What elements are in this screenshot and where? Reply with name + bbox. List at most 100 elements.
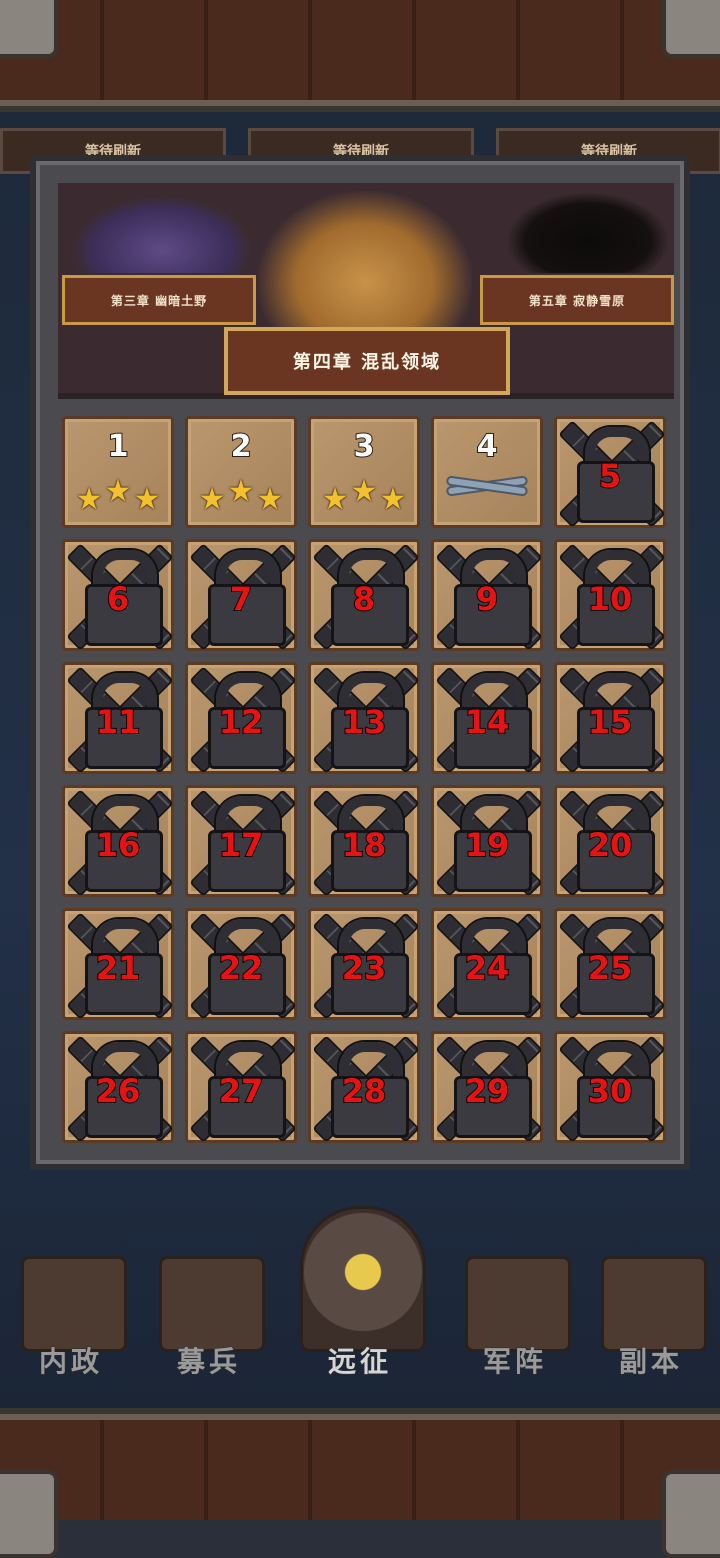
sword-emblem-icon [300, 1206, 426, 1352]
bottom-wood-frame [0, 1420, 720, 1520]
star-icon: ★ [133, 482, 161, 517]
level-tile-15: 15 [554, 662, 666, 774]
level-tile-27: 27 [185, 1031, 297, 1143]
level-number: 28 [341, 1071, 388, 1111]
level-number: 11 [95, 702, 142, 742]
star-icon: ★ [256, 482, 284, 517]
flame-tower-icon [601, 1256, 707, 1352]
level-tile-23: 23 [308, 908, 420, 1020]
nav-item-junzhen[interactable]: 军阵 [450, 1246, 580, 1386]
level-number: 20 [587, 825, 634, 865]
level-number: 1 [107, 428, 130, 465]
level-number: 14 [464, 702, 511, 742]
star-icon: ★ [379, 482, 407, 517]
helmets-icon [159, 1256, 265, 1352]
nav-item-fuben[interactable]: 副本 [586, 1246, 716, 1386]
level-tile-29: 29 [431, 1031, 543, 1143]
level-number: 15 [587, 702, 634, 742]
chapter-header: 第三章 幽暗土野 第五章 寂静雪原 第四章 混乱领域 [58, 183, 674, 399]
top-wood-frame [0, 0, 720, 100]
level-number: 17 [218, 825, 265, 865]
level-number: 24 [464, 948, 511, 988]
level-tile-28: 28 [308, 1031, 420, 1143]
star-rating: ★ ★ ★ [192, 477, 290, 517]
corner-ornament [662, 0, 720, 58]
level-number: 9 [475, 579, 499, 619]
level-tile-24: 24 [431, 908, 543, 1020]
star-icon: ★ [350, 474, 378, 509]
level-tile-14: 14 [431, 662, 543, 774]
level-number: 7 [229, 579, 253, 619]
level-tile-26: 26 [62, 1031, 174, 1143]
star-rating: ★ ★ ★ [315, 477, 413, 517]
level-number: 27 [218, 1071, 265, 1111]
level-tile-19: 19 [431, 785, 543, 897]
level-number: 26 [95, 1071, 142, 1111]
level-tile-8: 8 [308, 539, 420, 651]
next-chapter-button[interactable]: 第五章 寂静雪原 [480, 275, 674, 325]
level-number: 23 [341, 948, 388, 988]
current-chapter-title: 第四章 混乱领域 [224, 327, 510, 395]
level-grid: 1 ★ ★ ★ 2 ★ ★ ★ 3 ★ ★ ★ 4 5 6 7 8 9 10 11 12 13 14 15 16 17 18 19 20… [62, 416, 672, 1143]
chess-knight-icon [465, 1256, 571, 1352]
level-tile-7: 7 [185, 539, 297, 651]
level-tile-22: 22 [185, 908, 297, 1020]
chapter-panel: 第三章 幽暗土野 第五章 寂静雪原 第四章 混乱领域 1 ★ ★ ★ 2 ★ ★ ★ 3 ★ ★ ★ 4… [30, 155, 690, 1170]
level-number: 18 [341, 825, 388, 865]
level-tile-3[interactable]: 3 ★ ★ ★ [308, 416, 420, 528]
level-tile-11: 11 [62, 662, 174, 774]
level-number: 29 [464, 1071, 511, 1111]
nav-label: 内政 [38, 1345, 103, 1379]
level-tile-20: 20 [554, 785, 666, 897]
level-tile-17: 17 [185, 785, 297, 897]
level-tile-9: 9 [431, 539, 543, 651]
prev-chapter-button[interactable]: 第三章 幽暗土野 [62, 275, 256, 325]
level-number: 16 [95, 825, 142, 865]
nav-label: 募兵 [176, 1345, 241, 1379]
nav-item-neizheng[interactable]: 内政 [6, 1246, 136, 1386]
prev-chapter-scene[interactable] [74, 197, 250, 273]
nav-label: 远征 [327, 1345, 392, 1379]
level-tile-16: 16 [62, 785, 174, 897]
next-chapter-scene[interactable] [508, 193, 668, 273]
level-number: 19 [464, 825, 511, 865]
bottom-nav: 内政 募兵 远征 军阵 副本 [0, 1206, 720, 1400]
star-rating: ★ ★ ★ [69, 477, 167, 517]
level-number: 21 [95, 948, 142, 988]
level-tile-13: 13 [308, 662, 420, 774]
level-tile-4[interactable]: 4 [431, 416, 543, 528]
level-tile-6: 6 [62, 539, 174, 651]
level-number: 30 [587, 1071, 634, 1111]
level-number: 22 [218, 948, 265, 988]
level-number: 10 [587, 579, 634, 619]
level-number: 12 [218, 702, 265, 742]
level-tile-2[interactable]: 2 ★ ★ ★ [185, 416, 297, 528]
level-number: 2 [230, 428, 253, 465]
level-number: 8 [352, 579, 376, 619]
level-tile-10: 10 [554, 539, 666, 651]
nav-label: 副本 [618, 1345, 683, 1379]
level-number: 25 [587, 948, 634, 988]
nav-item-mubing[interactable]: 募兵 [144, 1246, 274, 1386]
level-tile-1[interactable]: 1 ★ ★ ★ [62, 416, 174, 528]
level-tile-18: 18 [308, 785, 420, 897]
corner-ornament [662, 1470, 720, 1558]
nav-label: 军阵 [482, 1345, 547, 1379]
star-icon: ★ [104, 474, 132, 509]
star-icon: ★ [198, 482, 226, 517]
level-tile-21: 21 [62, 908, 174, 1020]
level-tile-12: 12 [185, 662, 297, 774]
level-tile-5: 5 [554, 416, 666, 528]
nav-item-yuanzheng[interactable]: 远征 [295, 1206, 426, 1386]
level-number: 4 [476, 428, 499, 465]
corner-ornament [0, 1470, 58, 1558]
star-icon: ★ [75, 482, 103, 517]
star-icon: ★ [227, 474, 255, 509]
star-icon: ★ [321, 482, 349, 517]
level-number: 3 [353, 428, 376, 465]
level-tile-30: 30 [554, 1031, 666, 1143]
level-number: 6 [106, 579, 130, 619]
corner-ornament [0, 0, 58, 58]
scroll-icon [21, 1256, 127, 1352]
current-chapter-scene [258, 191, 472, 331]
